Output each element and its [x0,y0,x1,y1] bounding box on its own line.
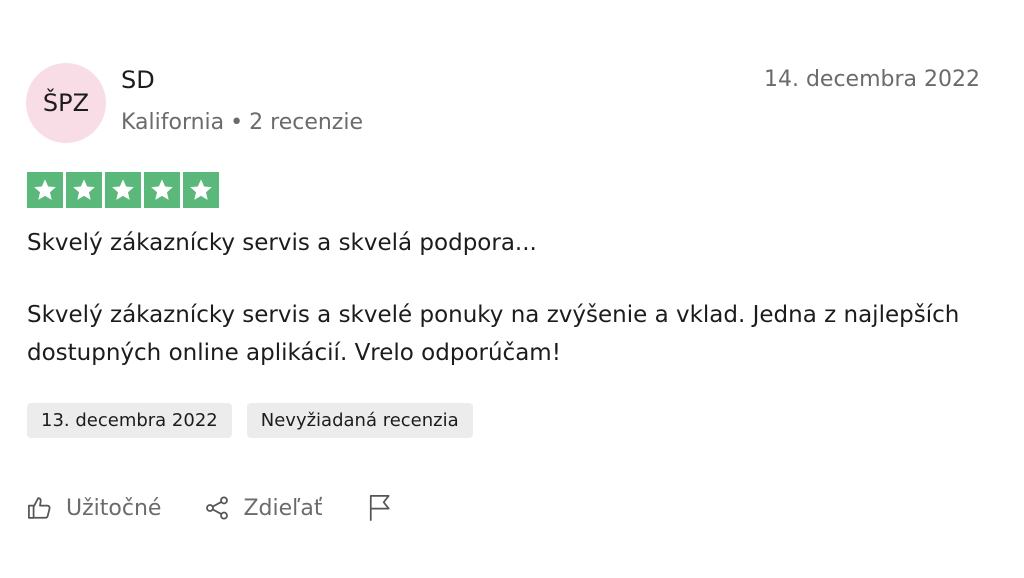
reviewer-name[interactable]: SD [121,66,155,94]
star-icon [66,172,102,208]
reviewer-location: Kalifornia [121,110,225,135]
report-button[interactable] [366,493,394,523]
meta-separator: • [230,110,244,135]
useful-button[interactable]: Užitočné [26,494,161,522]
star-icon [183,172,219,208]
review-actions: Užitočné Zdieľať [26,493,394,523]
avatar: ŠPZ [26,63,106,143]
review-text: Skvelý zákaznícky servis a skvelé ponuky… [27,302,960,366]
star-icon [105,172,141,208]
star-rating [27,172,219,208]
star-icon [27,172,63,208]
reviewer-meta: Kalifornia • 2 recenzie [121,110,363,135]
share-label: Zdieľať [243,495,323,521]
star-icon [144,172,180,208]
experience-date-tag: 13. decembra 2022 [27,403,232,438]
review-tags: 13. decembra 2022 Nevyžiadaná recenzia [27,403,473,438]
share-button[interactable]: Zdieľať [203,494,322,522]
reviewer-review-count: 2 recenzie [249,110,363,135]
review-title[interactable]: Skvelý zákaznícky servis a skvelá podpor… [27,230,537,256]
share-icon [203,494,231,522]
useful-label: Užitočné [66,495,162,521]
flag-icon [366,493,394,523]
thumbs-up-icon [26,494,54,522]
review-date: 14. decembra 2022 [763,67,980,92]
unsolicited-review-tag[interactable]: Nevyžiadaná recenzia [246,403,473,438]
